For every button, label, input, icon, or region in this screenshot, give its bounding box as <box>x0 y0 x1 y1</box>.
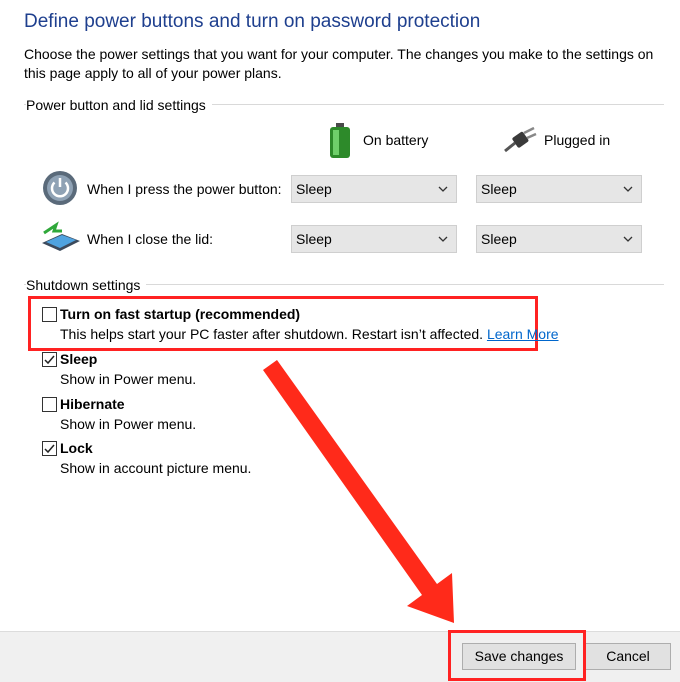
annotation-arrow-icon <box>263 360 454 623</box>
